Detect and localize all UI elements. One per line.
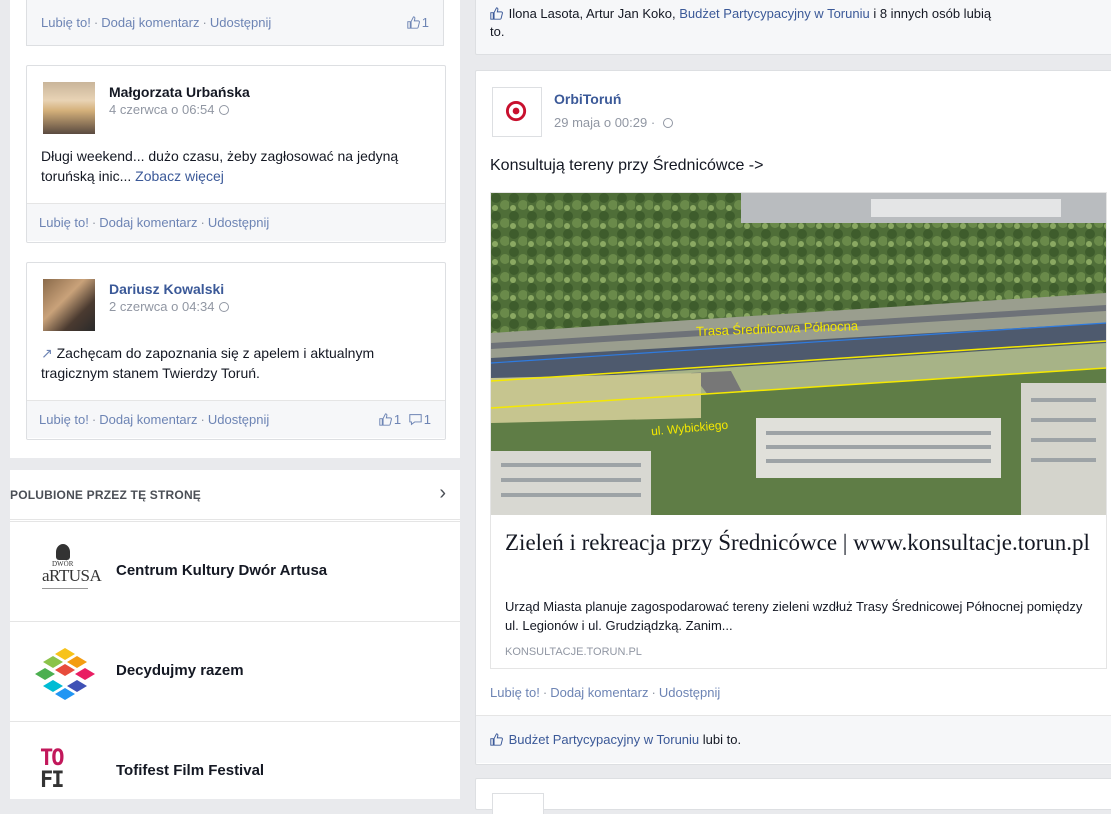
post-timestamp[interactable]: 2 czerwca o 04:34 bbox=[109, 299, 215, 314]
thumbs-up-icon bbox=[407, 16, 420, 29]
see-more-link[interactable]: Zobacz więcej bbox=[135, 168, 224, 184]
post-text: Długi weekend... dużo czasu, żeby zagłos… bbox=[41, 148, 399, 184]
liked-page-name: Centrum Kultury Dwór Artusa bbox=[116, 562, 328, 579]
share-link[interactable]: Udostępnij bbox=[210, 15, 271, 30]
post-text: ↗ Zachęcam do zapoznania się z apelem i … bbox=[41, 345, 375, 381]
post-action-bar: Lubię to! · Dodaj komentarz · Udostępnij 1 1 bbox=[27, 400, 445, 438]
liked-pages-title: POLUBIONE PRZEZ TĘ STRONĘ bbox=[10, 488, 202, 502]
comment-link[interactable]: Dodaj komentarz bbox=[101, 15, 199, 30]
page-avatar[interactable] bbox=[492, 793, 544, 814]
post-action-bar: Lubię to! · Dodaj komentarz · Udostępnij bbox=[27, 203, 445, 241]
liked-page-name: Tofifest Film Festival bbox=[116, 762, 265, 779]
next-post-card bbox=[475, 778, 1111, 814]
share-link[interactable]: Udostępnij bbox=[208, 412, 269, 427]
prev-post-likers: Ilona Lasota, Artur Jan Koko, Budżet Par… bbox=[475, 0, 1111, 55]
tofifest-logo-icon: TO FI bbox=[40, 746, 64, 793]
share-link[interactable]: Udostępnij bbox=[208, 215, 269, 230]
comment-link[interactable]: Dodaj komentarz bbox=[99, 412, 197, 427]
post-card: Dariusz Kowalski 2 czerwca o 04:34 ↗ Zac… bbox=[26, 262, 446, 440]
aerial-photo-illustration bbox=[491, 193, 1106, 515]
globe-icon bbox=[218, 105, 229, 115]
chevron-right-icon[interactable]: › bbox=[439, 482, 446, 505]
section-divider bbox=[10, 458, 460, 470]
liked-page-item[interactable]: DWÓR aRTUSA Centrum Kultury Dwór Artusa bbox=[10, 521, 460, 622]
like-link[interactable]: Lubię to! bbox=[41, 15, 91, 30]
likes-summary: Budżet Partycypacyjny w Toruniu lubi to. bbox=[476, 715, 1111, 763]
decydujmy-razem-logo-icon bbox=[35, 648, 95, 700]
link-title[interactable]: Zieleń i rekreacja przy Średnicówce | ww… bbox=[505, 528, 1095, 558]
aerial-photo: Trasa Średnicowa Północna ul. Wybickiego bbox=[491, 193, 1106, 515]
artus-logo-icon: DWÓR aRTUSA bbox=[32, 544, 102, 600]
liked-page-item[interactable]: Decydujmy razem bbox=[10, 621, 460, 722]
like-link[interactable]: Lubię to! bbox=[490, 685, 540, 700]
thumbs-up-icon bbox=[379, 413, 392, 426]
link-description: Urząd Miasta planuje zagospodarować tere… bbox=[505, 599, 1083, 633]
like-link[interactable]: Lubię to! bbox=[39, 215, 89, 230]
post-counts[interactable]: 1 1 bbox=[379, 401, 431, 439]
page-avatar[interactable] bbox=[492, 87, 542, 137]
thumbs-up-icon bbox=[490, 7, 503, 20]
like-count[interactable]: 1 bbox=[407, 0, 429, 46]
liked-page-name: Decydujmy razem bbox=[116, 662, 244, 679]
globe-icon bbox=[218, 302, 229, 312]
orbi-logo-icon bbox=[505, 100, 527, 122]
share-icon: ↗ bbox=[41, 345, 53, 361]
thumbs-up-icon bbox=[490, 733, 503, 746]
globe-icon bbox=[662, 118, 673, 128]
link-domain: KONSULTACJE.TORUN.PL bbox=[505, 646, 642, 658]
liker-page-link[interactable]: Budżet Partycypacyjny w Toruniu bbox=[679, 6, 870, 21]
post-author[interactable]: OrbiToruń bbox=[554, 91, 673, 107]
post-timestamp[interactable]: 4 czerwca o 06:54 bbox=[109, 102, 215, 117]
liker-page-link[interactable]: Budżet Partycypacyjny w Toruniu bbox=[509, 732, 700, 747]
share-link[interactable]: Udostępnij bbox=[659, 685, 720, 700]
main-post-card: OrbiToruń 29 maja o 00:29 · Konsultują t… bbox=[475, 70, 1111, 765]
avatar[interactable] bbox=[43, 82, 95, 134]
liked-page-item[interactable]: TO FI Tofifest Film Festival bbox=[10, 721, 460, 799]
post-author[interactable]: Dariusz Kowalski bbox=[109, 281, 229, 297]
post-author[interactable]: Małgorzata Urbańska bbox=[109, 84, 250, 100]
prev-post-action-bar: Lubię to! · Dodaj komentarz · Udostępnij 1 bbox=[26, 0, 444, 46]
avatar[interactable] bbox=[43, 279, 95, 331]
post-text: Konsultują tereny przy Średnicówce -> bbox=[490, 157, 764, 174]
post-timestamp[interactable]: 29 maja o 00:29 bbox=[554, 115, 647, 130]
comment-icon bbox=[409, 414, 422, 426]
link-preview[interactable]: Trasa Średnicowa Północna ul. Wybickiego… bbox=[490, 192, 1107, 669]
comment-link[interactable]: Dodaj komentarz bbox=[99, 215, 197, 230]
like-link[interactable]: Lubię to! bbox=[39, 412, 89, 427]
liked-pages-header[interactable]: POLUBIONE PRZEZ TĘ STRONĘ › bbox=[10, 470, 460, 520]
post-card: Małgorzata Urbańska 4 czerwca o 06:54 Dł… bbox=[26, 65, 446, 243]
comment-link[interactable]: Dodaj komentarz bbox=[550, 685, 648, 700]
post-action-bar: Lubię to! · Dodaj komentarz · Udostępnij bbox=[490, 685, 721, 700]
